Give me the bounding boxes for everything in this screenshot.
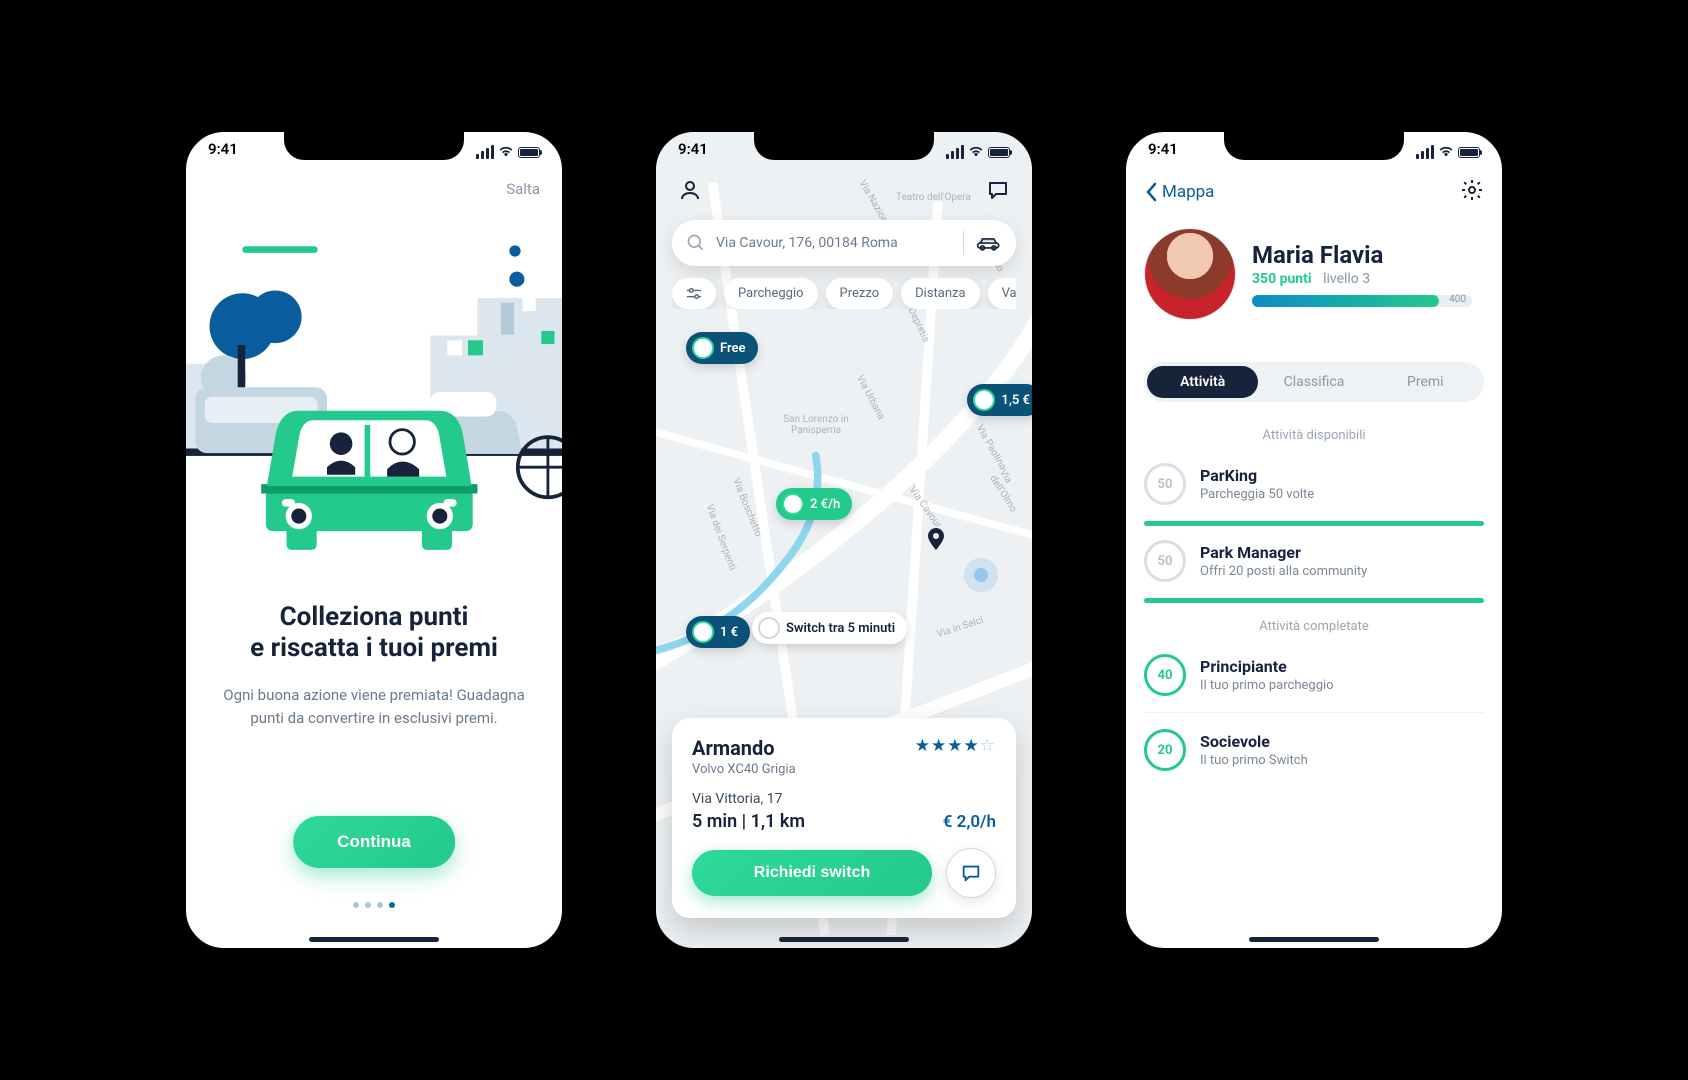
avatar xyxy=(973,389,995,411)
filter-chip-rating[interactable]: Valutazione xyxy=(988,278,1016,309)
continue-button[interactable]: Continua xyxy=(293,816,455,868)
avatar xyxy=(692,337,714,359)
request-switch-button[interactable]: Richiedi switch xyxy=(692,850,932,896)
signal-icon xyxy=(946,145,964,159)
search-icon xyxy=(686,233,706,253)
activity-item[interactable]: 50 Park Manager Offri 20 posti alla comm… xyxy=(1144,530,1484,592)
onboarding-title: Colleziona punti e riscatta i tuoi premi xyxy=(216,602,532,664)
filter-chip-distance[interactable]: Distanza xyxy=(901,278,979,309)
activity-title: Socievole xyxy=(1200,732,1308,751)
avatar xyxy=(782,493,804,515)
switch-tooltip[interactable]: Switch tra 5 minuti xyxy=(752,612,907,644)
skip-link[interactable]: Salta xyxy=(506,180,540,198)
filter-chip-price[interactable]: Prezzo xyxy=(826,278,894,309)
map-pin[interactable]: 1 € xyxy=(686,616,750,648)
activity-title: ParKing xyxy=(1200,466,1314,485)
price: € 2,0/h xyxy=(943,812,996,832)
message-button[interactable] xyxy=(946,848,996,898)
segmented-control: Attività Classifica Premi xyxy=(1144,362,1484,402)
activity-desc: Il tuo primo Switch xyxy=(1200,753,1308,768)
tab-leaderboard[interactable]: Classifica xyxy=(1258,366,1369,398)
avatar[interactable] xyxy=(1144,228,1236,320)
activity-title: Park Manager xyxy=(1200,543,1367,562)
level-progress-bar: 400 xyxy=(1252,295,1472,307)
activity-desc: Il tuo primo parcheggio xyxy=(1200,678,1334,693)
points-badge: 50 xyxy=(1144,463,1186,505)
map-pin[interactable]: Free xyxy=(686,332,758,364)
sliders-icon xyxy=(686,287,702,301)
points-badge: 20 xyxy=(1144,729,1186,771)
page-indicator xyxy=(353,902,395,908)
tab-rewards[interactable]: Premi xyxy=(1370,366,1481,398)
tab-activity[interactable]: Attività xyxy=(1147,366,1258,398)
destination-pin-icon xyxy=(926,528,946,556)
distance-eta: 5 min | 1,1 km xyxy=(692,811,805,832)
map-pin-selected[interactable]: 2 €/h xyxy=(776,488,852,520)
current-location-dot xyxy=(974,568,988,582)
home-indicator xyxy=(779,937,909,942)
user-level: livello 3 xyxy=(1323,271,1370,287)
activity-progress xyxy=(1144,521,1484,526)
profile-icon[interactable] xyxy=(678,178,702,206)
avatar xyxy=(692,621,714,643)
search-input[interactable]: Via Cavour, 176, 00184 Roma xyxy=(672,220,1016,266)
settings-icon[interactable] xyxy=(1460,178,1484,206)
avatar xyxy=(758,617,780,639)
status-time: 9:41 xyxy=(208,140,238,164)
user-points: 350 punti xyxy=(1252,271,1312,287)
section-header-available: Attività disponibili xyxy=(1144,428,1484,443)
activity-progress xyxy=(1144,598,1484,603)
points-badge: 50 xyxy=(1144,540,1186,582)
home-indicator xyxy=(309,937,439,942)
activity-title: Principiante xyxy=(1200,657,1334,676)
battery-icon xyxy=(988,147,1010,158)
wifi-icon xyxy=(968,146,984,158)
chevron-left-icon xyxy=(1144,182,1158,202)
chat-icon[interactable] xyxy=(986,178,1010,206)
activity-desc: Parcheggia 50 volte xyxy=(1200,487,1314,502)
filter-chip-parking[interactable]: Parcheggio xyxy=(724,278,818,309)
back-button[interactable]: Mappa xyxy=(1144,182,1214,202)
car-icon[interactable] xyxy=(976,235,1002,251)
activity-item[interactable]: 50 ParKing Parcheggia 50 volte xyxy=(1144,453,1484,515)
map-pin[interactable]: 1,5 € xyxy=(967,384,1042,416)
activity-desc: Offri 20 posti alla community xyxy=(1200,564,1367,579)
activity-item[interactable]: 20 Socievole Il tuo primo Switch xyxy=(1144,719,1484,781)
filter-icon-chip[interactable] xyxy=(672,278,716,309)
user-name: Maria Flavia xyxy=(1252,241,1472,269)
points-badge: 40 xyxy=(1144,654,1186,696)
home-indicator xyxy=(1249,937,1379,942)
section-header-completed: Attività completate xyxy=(1144,619,1484,634)
activity-item[interactable]: 40 Principiante Il tuo primo parcheggio xyxy=(1144,644,1484,706)
chat-icon xyxy=(960,862,982,884)
wifi-icon xyxy=(498,146,514,158)
onboarding-illustration xyxy=(186,212,562,572)
status-time: 9:41 xyxy=(678,140,708,164)
driver-name: Armando xyxy=(692,736,796,760)
street-label: San Lorenzo in Panisperna xyxy=(766,414,866,436)
signal-icon xyxy=(1416,145,1434,159)
address: Via Vittoria, 17 xyxy=(692,791,996,807)
onboarding-subtitle: Ogni buona azione viene premiata! Guadag… xyxy=(216,684,532,729)
status-time: 9:41 xyxy=(1148,140,1178,164)
vehicle-info: Volvo XC40 Grigia xyxy=(692,762,796,777)
battery-icon xyxy=(1458,147,1480,158)
rating-stars: ★★★★☆ xyxy=(915,736,996,756)
parking-card: Armando Volvo XC40 Grigia ★★★★☆ Via Vitt… xyxy=(672,718,1016,918)
signal-icon xyxy=(476,145,494,159)
battery-icon xyxy=(518,147,540,158)
wifi-icon xyxy=(1438,146,1454,158)
